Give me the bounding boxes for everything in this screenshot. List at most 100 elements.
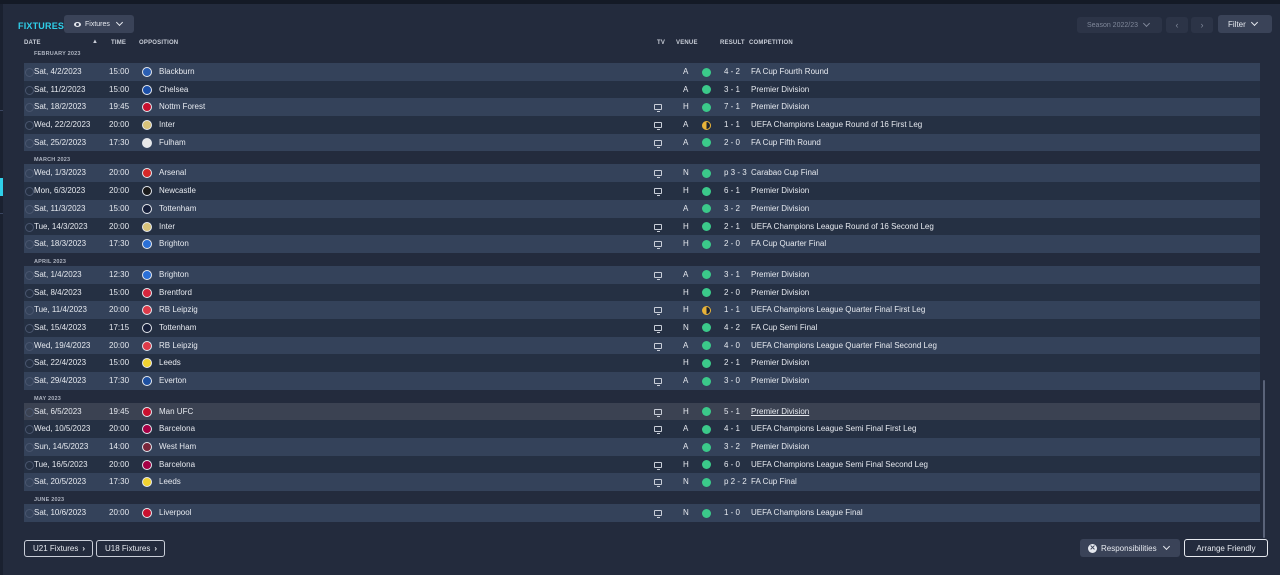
fixture-row[interactable]: Sat, 18/2/2023 19:45 Nottm Forest H 7 - 1 Pre… — [24, 98, 1260, 117]
fixture-result[interactable]: p 3 - 3 — [724, 164, 747, 182]
fixture-competition[interactable]: Premier Division — [751, 81, 809, 99]
fixture-result[interactable]: 5 - 1 — [724, 403, 740, 421]
fixture-competition[interactable]: Premier Division — [751, 284, 809, 302]
opposition-link[interactable]: Liverpool — [159, 504, 191, 522]
fixture-competition[interactable]: FA Cup Semi Final — [751, 319, 817, 337]
fixture-row[interactable]: Sat, 1/4/2023 12:30 Brighton A 3 - 1 Premier … — [24, 265, 1260, 284]
fixture-competition[interactable]: UEFA Champions League Final — [751, 504, 863, 522]
left-nav-active-indicator[interactable] — [0, 178, 3, 196]
opposition-link[interactable]: Man UFC — [159, 403, 193, 421]
fixture-result[interactable]: 3 - 2 — [724, 200, 740, 218]
fixture-competition[interactable]: Premier Division — [751, 354, 809, 372]
opposition-link[interactable]: Nottm Forest — [159, 98, 205, 116]
fixture-row[interactable]: Sat, 11/2/2023 15:00 Chelsea A 3 - 1 Premier … — [24, 80, 1260, 99]
fixture-row[interactable]: Sat, 18/3/2023 17:30 Brighton H 2 - 0 FA Cup … — [24, 235, 1260, 253]
fixture-result[interactable]: 2 - 0 — [724, 134, 740, 152]
opposition-link[interactable]: Brighton — [159, 235, 189, 253]
fixture-row[interactable]: Sat, 29/4/2023 17:30 Everton A 3 - 0 Premier … — [24, 372, 1260, 390]
fixture-result[interactable]: 2 - 1 — [724, 218, 740, 236]
fixture-result[interactable]: 2 - 1 — [724, 354, 740, 372]
fixture-row[interactable]: Sat, 10/6/2023 20:00 Liverpool N 1 - 0 UEFA C… — [24, 504, 1260, 522]
opposition-link[interactable]: Tottenham — [159, 319, 196, 337]
fixture-row[interactable]: Sat, 4/2/2023 15:00 Blackburn A 4 - 2 FA Cup … — [24, 63, 1260, 81]
fixture-row[interactable]: Tue, 16/5/2023 20:00 Barcelona H 6 - 0 UEFA C… — [24, 455, 1260, 474]
fixture-competition[interactable]: FA Cup Fourth Round — [751, 63, 828, 81]
fixture-competition[interactable]: UEFA Champions League Quarter Final Firs… — [751, 301, 925, 319]
fixture-result[interactable]: 1 - 1 — [724, 116, 740, 134]
opposition-link[interactable]: Blackburn — [159, 63, 195, 81]
fixture-row[interactable]: Wed, 1/3/2023 20:00 Arsenal Np 3 - 3 Carabao… — [24, 164, 1260, 183]
fixture-competition[interactable]: Carabao Cup Final — [751, 164, 818, 182]
fixture-row[interactable]: Sat, 20/5/2023 17:30 Leeds Np 2 - 2 FA Cup F… — [24, 473, 1260, 492]
opposition-link[interactable]: Inter — [159, 218, 175, 236]
fixture-row[interactable]: Sat, 8/4/2023 15:00 Brentford H 2 - 0 Premier… — [24, 283, 1260, 302]
fixture-row[interactable]: Sat, 25/2/2023 17:30 Fulham A 2 - 0 FA Cup Fi… — [24, 133, 1260, 152]
fixture-result[interactable]: 1 - 0 — [724, 504, 740, 522]
opposition-link[interactable]: Brighton — [159, 266, 189, 284]
fixture-result[interactable]: 4 - 2 — [724, 63, 740, 81]
fixture-competition[interactable]: Premier Division — [751, 98, 809, 116]
next-season-button[interactable]: › — [1191, 17, 1213, 33]
arrange-friendly-button[interactable]: Arrange Friendly — [1184, 539, 1268, 557]
opposition-link[interactable]: Tottenham — [159, 200, 196, 218]
filter-button[interactable]: Filter — [1218, 15, 1272, 33]
fixture-competition[interactable]: UEFA Champions League Quarter Final Seco… — [751, 337, 937, 355]
fixture-result[interactable]: 2 - 0 — [724, 235, 740, 253]
fixture-row[interactable]: Wed, 22/2/2023 20:00 Inter A 1 - 1 UEFA Champ… — [24, 116, 1260, 134]
season-selector[interactable]: Season 2022/23 — [1077, 17, 1162, 33]
fixture-competition[interactable]: UEFA Champions League Semi Final Second … — [751, 456, 928, 474]
u18-fixtures-button[interactable]: U18 Fixtures › — [96, 540, 165, 557]
fixture-competition[interactable]: UEFA Champions League Round of 16 First … — [751, 116, 922, 134]
opposition-link[interactable]: Inter — [159, 116, 175, 134]
fixture-result[interactable]: 4 - 1 — [724, 420, 740, 438]
fixture-competition[interactable]: UEFA Champions League Semi Final First L… — [751, 420, 916, 438]
fixture-result[interactable]: 3 - 2 — [724, 438, 740, 456]
fixture-competition[interactable]: Premier Division — [751, 403, 809, 421]
fixture-competition[interactable]: FA Cup Quarter Final — [751, 235, 826, 253]
opposition-link[interactable]: Fulham — [159, 134, 186, 152]
view-dropdown[interactable]: Fixtures — [64, 15, 134, 33]
fixture-competition[interactable]: Premier Division — [751, 182, 809, 200]
opposition-link[interactable]: West Ham — [159, 438, 196, 456]
fixture-row[interactable]: Sat, 15/4/2023 17:15 Tottenham N 4 - 2 FA Cup… — [24, 318, 1260, 337]
fixture-result[interactable]: 4 - 2 — [724, 319, 740, 337]
fixture-row[interactable]: Sat, 6/5/2023 19:45 Man UFC H 5 - 1 Premier D… — [24, 402, 1260, 421]
u21-fixtures-button[interactable]: U21 Fixtures › — [24, 540, 93, 557]
fixture-row[interactable]: Sat, 11/3/2023 15:00 Tottenham A 3 - 2 Premie… — [24, 199, 1260, 218]
opposition-link[interactable]: Chelsea — [159, 81, 188, 99]
opposition-link[interactable]: Arsenal — [159, 164, 186, 182]
opposition-link[interactable]: RB Leipzig — [159, 337, 198, 355]
opposition-link[interactable]: Everton — [159, 372, 187, 390]
fixture-row[interactable]: Tue, 11/4/2023 20:00 RB Leipzig H 1 - 1 UEFA … — [24, 301, 1260, 319]
fixture-result[interactable]: 3 - 0 — [724, 372, 740, 390]
opposition-link[interactable]: Leeds — [159, 354, 181, 372]
fixture-result[interactable]: 6 - 1 — [724, 182, 740, 200]
fixture-competition[interactable]: Premier Division — [751, 266, 809, 284]
opposition-link[interactable]: Barcelona — [159, 456, 195, 474]
fixture-row[interactable]: Sun, 14/5/2023 14:00 West Ham A 3 - 2 Premier… — [24, 438, 1260, 456]
fixture-competition[interactable]: Premier Division — [751, 200, 809, 218]
fixture-competition[interactable]: FA Cup Fifth Round — [751, 134, 821, 152]
fixture-row[interactable]: Wed, 10/5/2023 20:00 Barcelona A 4 - 1 UEFA C… — [24, 420, 1260, 439]
responsibilities-button[interactable]: ✕ Responsibilities — [1080, 539, 1180, 557]
prev-season-button[interactable]: ‹ — [1166, 17, 1188, 33]
opposition-link[interactable]: Barcelona — [159, 420, 195, 438]
fixture-row[interactable]: Tue, 14/3/2023 20:00 Inter H 2 - 1 UEFA Champ… — [24, 217, 1260, 236]
opposition-link[interactable]: Brentford — [159, 284, 192, 302]
fixture-result[interactable]: 3 - 1 — [724, 266, 740, 284]
fixture-competition[interactable]: Premier Division — [751, 372, 809, 390]
fixture-result[interactable]: 6 - 0 — [724, 456, 740, 474]
fixture-row[interactable]: Wed, 19/4/2023 20:00 RB Leipzig A 4 - 0 UEFA … — [24, 336, 1260, 355]
fixture-result[interactable]: 2 - 0 — [724, 284, 740, 302]
fixture-competition[interactable]: FA Cup Final — [751, 473, 797, 491]
fixture-result[interactable]: 1 - 1 — [724, 301, 740, 319]
opposition-link[interactable]: Leeds — [159, 473, 181, 491]
fixture-result[interactable]: 7 - 1 — [724, 98, 740, 116]
opposition-link[interactable]: RB Leipzig — [159, 301, 198, 319]
fixture-result[interactable]: 4 - 0 — [724, 337, 740, 355]
fixture-row[interactable]: Sat, 22/4/2023 15:00 Leeds H 2 - 1 Premier Di… — [24, 354, 1260, 372]
scrollbar-thumb[interactable] — [1263, 380, 1265, 538]
fixture-competition[interactable]: UEFA Champions League Round of 16 Second… — [751, 218, 934, 236]
fixture-result[interactable]: 3 - 1 — [724, 81, 740, 99]
fixture-row[interactable]: Mon, 6/3/2023 20:00 Newcastle H 6 - 1 Premier… — [24, 182, 1260, 200]
